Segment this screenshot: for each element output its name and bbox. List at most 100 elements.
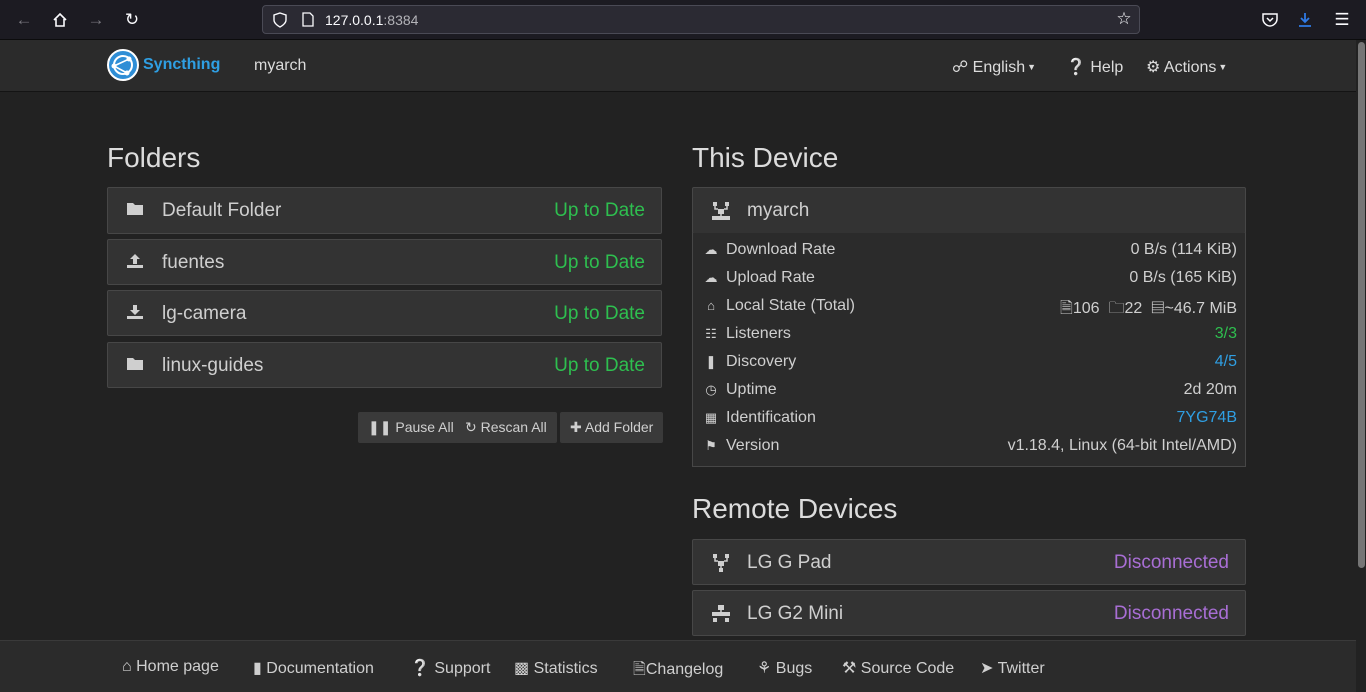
footer-link-source-code[interactable]: ⚒ Source Code bbox=[842, 658, 954, 678]
caret-down-icon: ▼ bbox=[1027, 62, 1037, 72]
footer-link-twitter[interactable]: ➤ Twitter bbox=[980, 658, 1045, 678]
actions-dropdown[interactable]: ⚙ Actions ▼ bbox=[1146, 57, 1227, 77]
remote-device-panel[interactable]: LG G Pad Disconnected bbox=[692, 539, 1246, 585]
detail-label: Listeners bbox=[726, 325, 791, 342]
rescan-all-button[interactable]: ↻ Rescan All bbox=[455, 412, 557, 443]
downloads-icon[interactable] bbox=[1291, 6, 1319, 34]
footer-link-label: Source Code bbox=[860, 660, 955, 677]
browser-toolbar: ← → ↻ 127.0.0.1:8384 ☆ ☰ bbox=[0, 0, 1366, 40]
home-icon: ⌂ bbox=[122, 658, 132, 675]
language-dropdown[interactable]: ☍ English ▼ bbox=[952, 57, 1036, 77]
cloud-upload-icon: ☁ bbox=[704, 270, 718, 285]
question-circle-icon: ❔ bbox=[410, 660, 430, 677]
language-label: English bbox=[972, 59, 1026, 76]
forward-icon[interactable]: → bbox=[82, 6, 110, 34]
brand[interactable]: Syncthing bbox=[107, 49, 220, 81]
navbar-device-name: myarch bbox=[254, 57, 307, 74]
discovery-value[interactable]: 4/5 bbox=[1215, 353, 1237, 371]
dir-count: 22 bbox=[1124, 300, 1143, 317]
pause-all-button[interactable]: ❚❚ Pause All bbox=[358, 412, 464, 443]
remote-devices-heading: Remote Devices bbox=[692, 493, 898, 524]
question-circle-icon: ❔ bbox=[1066, 59, 1086, 76]
remote-device-panel[interactable]: LG G2 Mini Disconnected bbox=[692, 590, 1246, 636]
footer-link-support[interactable]: ❔ Support bbox=[410, 658, 490, 678]
file-icon: 🗎 bbox=[1059, 300, 1073, 317]
home-icon: ⌂ bbox=[707, 298, 715, 313]
reload-icon[interactable]: ↻ bbox=[118, 6, 146, 34]
detail-row-version: ⚑ Version v1.18.4, Linux (64-bit Intel/A… bbox=[693, 432, 1245, 460]
folder-status: Up to Date bbox=[554, 303, 645, 324]
upload-icon bbox=[126, 253, 146, 271]
detail-value: 0 B/s (165 KiB) bbox=[1129, 269, 1237, 286]
footer-link-documentation[interactable]: ▮ Documentation bbox=[253, 658, 374, 678]
folder-panel[interactable]: Default Folder Up to Date bbox=[107, 187, 662, 234]
folder-name: lg-camera bbox=[162, 303, 247, 324]
page-icon bbox=[299, 10, 317, 30]
home-icon[interactable] bbox=[46, 6, 74, 34]
folder-icon bbox=[126, 201, 146, 219]
total-size: ~46.7 MiB bbox=[1164, 300, 1237, 317]
remote-device-name: LG G2 Mini bbox=[747, 603, 844, 624]
this-device-name: myarch bbox=[747, 200, 810, 221]
folder-panel[interactable]: linux-guides Up to Date bbox=[107, 342, 662, 388]
footer-link-changelog[interactable]: 🗎Changelog bbox=[633, 658, 723, 685]
add-folder-label: Add Folder bbox=[584, 419, 654, 435]
detail-row-uptime: ◷ Uptime 2d 20m bbox=[693, 376, 1245, 404]
network-device-icon bbox=[711, 201, 731, 220]
footer-link-label: Changelog bbox=[645, 661, 724, 678]
add-folder-button[interactable]: ✚ Add Folder bbox=[560, 412, 664, 443]
folder-icon bbox=[126, 356, 146, 374]
detail-label: Uptime bbox=[726, 381, 777, 398]
folders-heading: Folders bbox=[107, 142, 201, 173]
network-device-icon bbox=[711, 553, 731, 572]
detail-row-local-state: ⌂ Local State (Total) 🗎106 🗀22 ▤~46.7 Mi… bbox=[693, 292, 1245, 320]
detail-row-discovery: ❚ Discovery 4/5 bbox=[693, 348, 1245, 376]
url-text: 127.0.0.1:8384 bbox=[325, 12, 419, 28]
footer-link-statistics[interactable]: ▩ Statistics bbox=[514, 658, 598, 678]
footer-link-home-page[interactable]: ⌂ Home page bbox=[122, 658, 219, 676]
qrcode-icon: ▦ bbox=[704, 410, 718, 425]
bookmark-star-icon[interactable]: ☆ bbox=[1115, 9, 1133, 29]
remote-device-status: Disconnected bbox=[1113, 552, 1229, 573]
listeners-value[interactable]: 3/3 bbox=[1215, 325, 1237, 343]
hdd-icon: ▤ bbox=[1151, 300, 1165, 317]
url-bar[interactable]: 127.0.0.1:8384 ☆ bbox=[262, 5, 1140, 34]
footer-link-label: Twitter bbox=[997, 660, 1045, 677]
book-icon: ▮ bbox=[253, 660, 262, 677]
remote-device-status: Disconnected bbox=[1113, 603, 1229, 624]
detail-value: 0 B/s (114 KiB) bbox=[1130, 241, 1237, 258]
scrollbar-thumb[interactable] bbox=[1358, 42, 1365, 568]
page-scrollbar[interactable] bbox=[1356, 40, 1366, 692]
help-link[interactable]: ❔ Help bbox=[1066, 57, 1123, 77]
this-device-heading: This Device bbox=[692, 142, 839, 173]
globe-icon: ☍ bbox=[952, 59, 969, 76]
folder-panel[interactable]: fuentes Up to Date bbox=[107, 239, 662, 285]
back-icon[interactable]: ← bbox=[10, 6, 38, 34]
remote-device-name: LG G Pad bbox=[747, 552, 832, 573]
footer-link-bugs[interactable]: ⚘ Bugs bbox=[757, 658, 812, 678]
folder-panel[interactable]: lg-camera Up to Date bbox=[107, 290, 662, 336]
this-device-panel[interactable]: myarch bbox=[692, 187, 1246, 234]
folder-name: Default Folder bbox=[162, 200, 282, 221]
bug-icon: ⚘ bbox=[757, 660, 772, 677]
footer: ⌂ Home page ▮ Documentation ❔ Support ▩ … bbox=[0, 640, 1356, 692]
sitemap-icon: ☷ bbox=[705, 326, 717, 341]
footer-link-label: Documentation bbox=[266, 660, 374, 677]
twitter-icon: ➤ bbox=[980, 660, 994, 677]
footer-link-label: Home page bbox=[136, 658, 219, 675]
pause-icon: ❚❚ bbox=[368, 419, 392, 435]
device-id-link[interactable]: 7YG74B bbox=[1177, 409, 1237, 427]
detail-label: Download Rate bbox=[726, 241, 836, 258]
detail-value: 2d 20m bbox=[1183, 381, 1237, 398]
gear-icon: ⚙ bbox=[1146, 59, 1161, 76]
menu-icon[interactable]: ☰ bbox=[1328, 6, 1356, 34]
detail-value: v1.18.4, Linux (64-bit Intel/AMD) bbox=[1007, 437, 1237, 454]
this-device-details: ☁ Download Rate 0 B/s (114 KiB) ☁ Upload… bbox=[692, 233, 1246, 467]
footer-link-label: Support bbox=[434, 660, 491, 677]
pocket-icon[interactable] bbox=[1256, 6, 1284, 34]
detail-label: Local State (Total) bbox=[726, 297, 855, 314]
clock-icon: ◷ bbox=[705, 382, 717, 397]
app-navbar: Syncthing myarch ☍ English ▼ ❔ Help ⚙ Act… bbox=[0, 40, 1356, 92]
folder-name: fuentes bbox=[162, 252, 225, 273]
shield-icon[interactable] bbox=[271, 10, 289, 31]
